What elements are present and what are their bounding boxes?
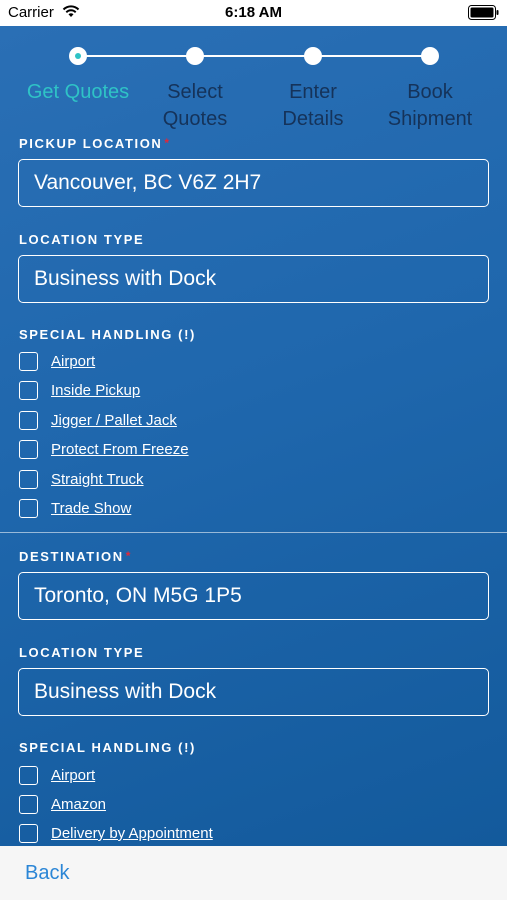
checkbox[interactable] xyxy=(19,440,38,459)
destination-label-text: DESTINATION xyxy=(19,549,124,564)
step-label-book-shipment[interactable]: Book Shipment xyxy=(370,79,490,133)
option-label[interactable]: Jigger / Pallet Jack xyxy=(51,412,177,429)
pickup-location-field[interactable]: Vancouver, BC V6Z 2H7 xyxy=(18,159,489,207)
step-dot-enter-details[interactable] xyxy=(304,47,322,65)
step-dot-get-quotes[interactable] xyxy=(69,47,87,65)
checkbox[interactable] xyxy=(19,352,38,371)
pickup-location-type-label: LOCATION TYPE xyxy=(19,232,145,247)
option-label[interactable]: Delivery by Appointment xyxy=(51,825,213,842)
pickup-location-type-value: Business with Dock xyxy=(34,267,217,290)
progress-stepper: Get Quotes Select Quotes Enter Details B… xyxy=(0,26,507,136)
destination-location-type-label: LOCATION TYPE xyxy=(19,645,145,660)
checkbox[interactable] xyxy=(19,499,38,518)
quote-form: Get Quotes Select Quotes Enter Details B… xyxy=(0,26,507,846)
step-dot-book-shipment[interactable] xyxy=(421,47,439,65)
destination-special-handling-label: SPECIAL HANDLING (!) xyxy=(19,740,196,755)
checkbox[interactable] xyxy=(19,411,38,430)
step-label-line: Book xyxy=(407,81,453,103)
option-label[interactable]: Amazon xyxy=(51,796,106,813)
pickup-special-handling-label: SPECIAL HANDLING (!) xyxy=(19,327,196,342)
checkbox[interactable] xyxy=(19,381,38,400)
checkbox[interactable] xyxy=(19,470,38,489)
step-label-line: Get Quotes xyxy=(26,81,130,103)
battery-icon xyxy=(468,5,499,20)
clock: 6:18 AM xyxy=(225,4,282,21)
step-label-line: Details xyxy=(282,108,344,130)
destination-value: Toronto, ON M5G 1P5 xyxy=(34,584,242,607)
step-label-enter-details[interactable]: Enter Details xyxy=(253,79,373,133)
status-bar: Carrier 6:18 AM xyxy=(0,0,507,26)
step-connector xyxy=(86,55,190,57)
step-label-line: Select xyxy=(167,81,223,103)
option-label[interactable]: Airport xyxy=(51,767,95,784)
section-divider xyxy=(0,532,507,533)
step-dot-select-quotes[interactable] xyxy=(186,47,204,65)
checkbox[interactable] xyxy=(19,766,38,785)
pickup-location-label-text: PICKUP LOCATION xyxy=(19,136,163,151)
checkbox[interactable] xyxy=(19,795,38,814)
checkbox[interactable] xyxy=(19,824,38,843)
option-label[interactable]: Straight Truck xyxy=(51,471,144,488)
required-marker: * xyxy=(164,136,171,150)
bottom-toolbar: Back xyxy=(0,846,507,900)
destination-location-type-select[interactable]: Business with Dock xyxy=(18,668,489,716)
step-label-line: Quotes xyxy=(162,108,228,130)
option-label[interactable]: Inside Pickup xyxy=(51,382,140,399)
back-button[interactable]: Back xyxy=(25,862,69,885)
destination-location-type-value: Business with Dock xyxy=(34,680,217,703)
step-connector xyxy=(203,55,307,57)
step-connector xyxy=(320,55,424,57)
step-label-line: Shipment xyxy=(387,108,473,130)
destination-field[interactable]: Toronto, ON M5G 1P5 xyxy=(18,572,489,620)
pickup-location-label: PICKUP LOCATION * xyxy=(19,136,171,151)
step-label-get-quotes[interactable]: Get Quotes xyxy=(18,79,138,106)
option-label[interactable]: Airport xyxy=(51,353,95,370)
pickup-location-type-select[interactable]: Business with Dock xyxy=(18,255,489,303)
pickup-location-value: Vancouver, BC V6Z 2H7 xyxy=(34,171,262,194)
step-label-select-quotes[interactable]: Select Quotes xyxy=(135,79,255,133)
option-label[interactable]: Trade Show xyxy=(51,500,131,517)
required-marker: * xyxy=(125,549,133,563)
destination-label: DESTINATION * xyxy=(19,549,132,564)
step-label-line: Enter xyxy=(289,81,337,103)
option-label[interactable]: Protect From Freeze xyxy=(51,441,189,458)
